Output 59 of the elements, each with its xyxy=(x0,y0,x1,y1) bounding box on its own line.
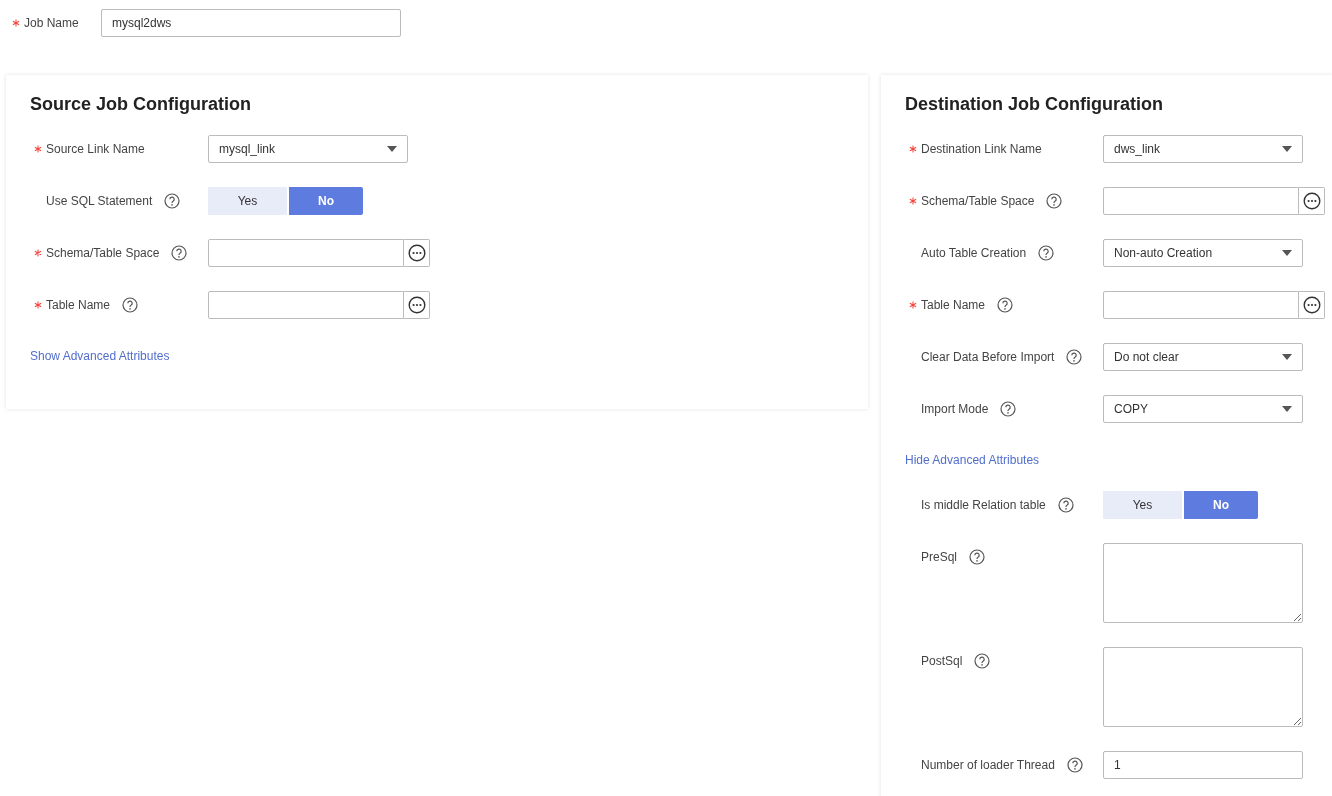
field-label: Auto Table Creation xyxy=(921,246,1027,260)
help-icon[interactable] xyxy=(974,653,991,669)
caret-icon xyxy=(1282,406,1292,412)
input-field[interactable] xyxy=(1103,187,1299,215)
help-icon[interactable] xyxy=(1066,757,1083,773)
help-icon[interactable] xyxy=(1038,245,1055,261)
help-icon[interactable] xyxy=(969,549,986,565)
ellipsis-icon xyxy=(1302,192,1321,210)
ellipsis-icon xyxy=(1302,296,1321,314)
caret-icon xyxy=(1282,250,1292,256)
select-field[interactable]: Do not clear xyxy=(1103,343,1303,371)
help-icon[interactable] xyxy=(1066,349,1083,365)
field-label: Is middle Relation table xyxy=(921,498,1046,512)
browse-button[interactable] xyxy=(1299,291,1325,319)
select-field[interactable]: mysql_link xyxy=(208,135,408,163)
browse-button[interactable] xyxy=(1299,187,1325,215)
help-icon[interactable] xyxy=(122,297,139,313)
caret-icon xyxy=(387,146,397,152)
advanced-attributes-link[interactable]: Show Advanced Attributes xyxy=(30,349,170,363)
select-field[interactable]: Non-auto Creation xyxy=(1103,239,1303,267)
input-field[interactable] xyxy=(208,291,404,319)
field-label: Source Link Name xyxy=(46,142,145,156)
ellipsis-icon xyxy=(407,296,426,314)
help-icon[interactable] xyxy=(1000,401,1017,417)
field-label: Table Name xyxy=(46,298,111,312)
advanced-attributes-link[interactable]: Hide Advanced Attributes xyxy=(905,453,1040,467)
input-field[interactable] xyxy=(208,239,404,267)
field-label: Destination Link Name xyxy=(921,142,1042,156)
input-field[interactable] xyxy=(1103,291,1299,319)
caret-icon xyxy=(1282,146,1292,152)
ellipsis-icon xyxy=(407,244,426,262)
toggle-option[interactable]: No xyxy=(1184,491,1258,519)
toggle-option[interactable]: Yes xyxy=(1103,491,1182,519)
field-label: Job Name xyxy=(24,16,80,30)
input-field[interactable]: mysql2dws xyxy=(101,9,401,37)
select-field[interactable]: dws_link xyxy=(1103,135,1303,163)
toggle-option[interactable]: Yes xyxy=(208,187,287,215)
field-label: PreSql xyxy=(921,550,958,564)
field-label: Import Mode xyxy=(921,402,989,416)
field-label: Schema/Table Space xyxy=(46,246,160,260)
input-field[interactable]: 1 xyxy=(1103,751,1303,779)
field-label: Table Name xyxy=(921,298,986,312)
toggle-option[interactable]: No xyxy=(289,187,363,215)
browse-button[interactable] xyxy=(404,239,430,267)
caret-icon xyxy=(1282,354,1292,360)
field-label: Clear Data Before Import xyxy=(921,350,1055,364)
section-title: Source Job Configuration xyxy=(30,93,251,115)
help-icon[interactable] xyxy=(164,193,181,209)
field-label: PostSql xyxy=(921,654,963,668)
section-title: Destination Job Configuration xyxy=(905,93,1163,115)
browse-button[interactable] xyxy=(404,291,430,319)
help-icon[interactable] xyxy=(1057,497,1074,513)
select-field[interactable]: COPY xyxy=(1103,395,1303,423)
field-label: Schema/Table Space xyxy=(921,194,1035,208)
help-icon[interactable] xyxy=(171,245,188,261)
field-label: Number of loader Thread xyxy=(921,758,1055,772)
help-icon[interactable] xyxy=(1046,193,1063,209)
help-icon[interactable] xyxy=(997,297,1014,313)
field-label: Use SQL Statement xyxy=(46,194,153,208)
